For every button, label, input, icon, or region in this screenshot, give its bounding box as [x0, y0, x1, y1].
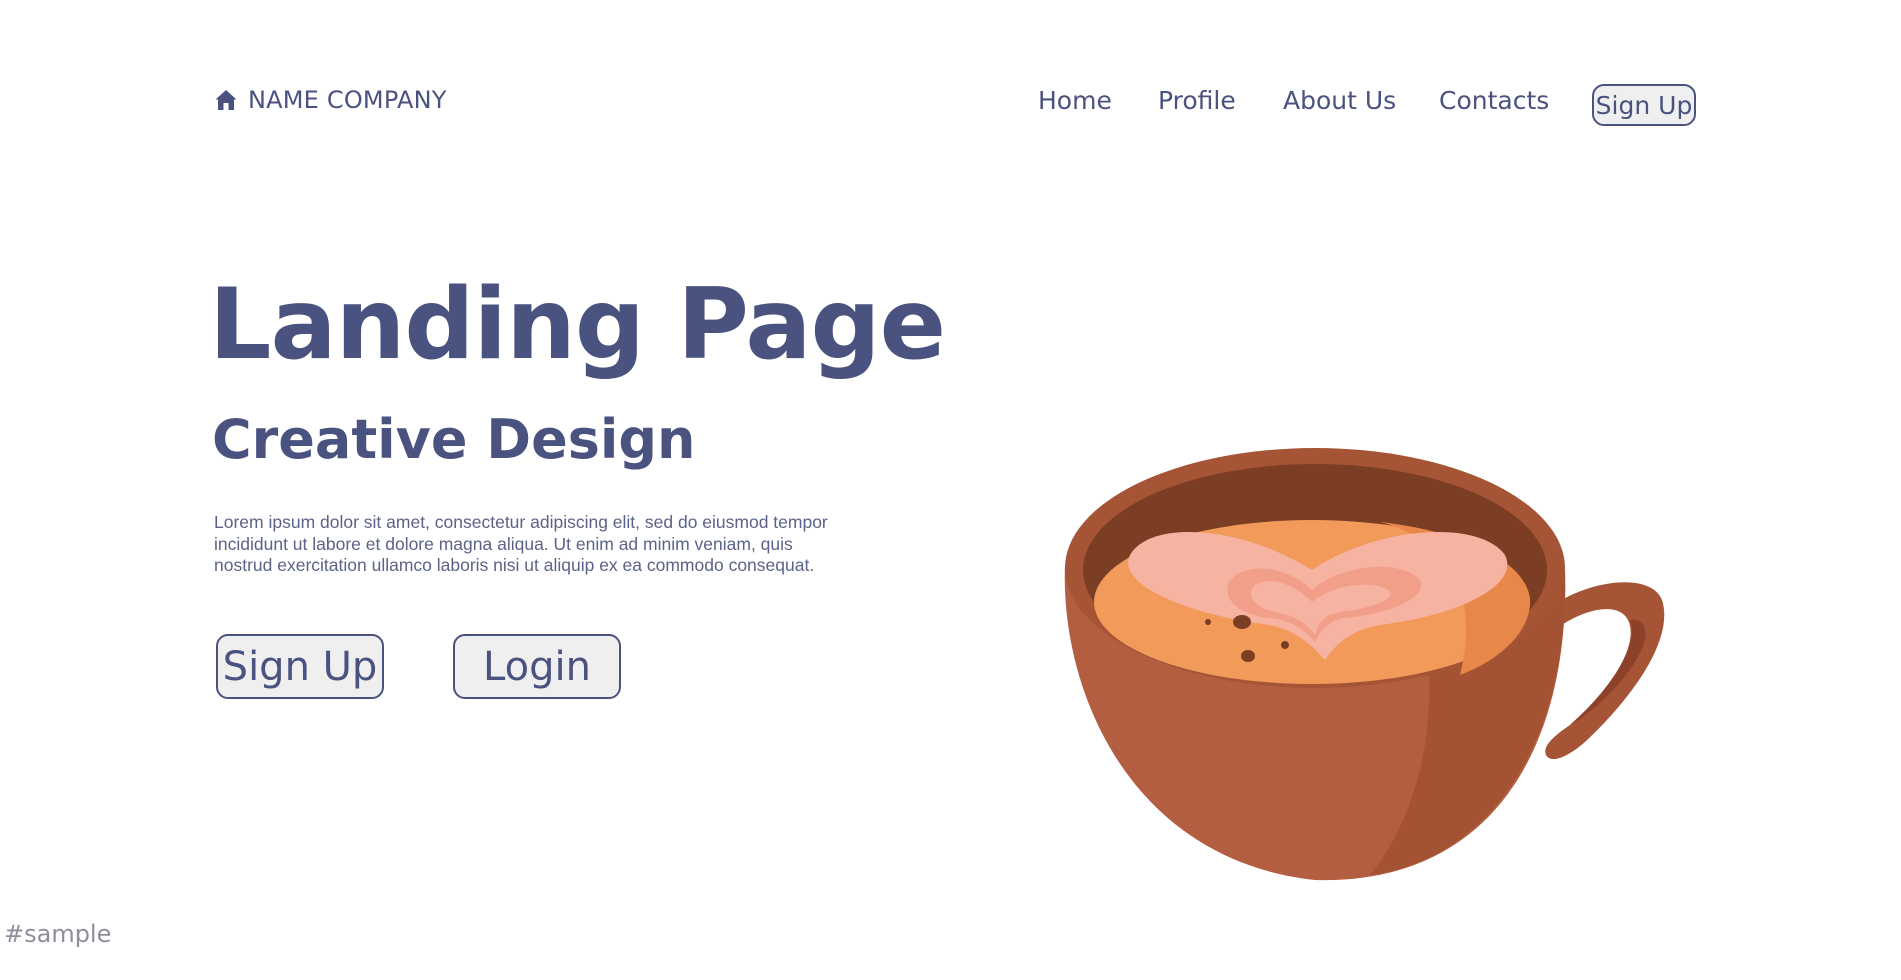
hero-subtitle: Creative Design [212, 408, 696, 471]
coffee-cup-icon [1050, 420, 1690, 890]
hero-title: Landing Page [209, 268, 946, 382]
nav-signup-button[interactable]: Sign Up [1592, 84, 1696, 126]
nav-about-link[interactable]: About Us [1283, 86, 1396, 115]
login-button[interactable]: Login [453, 634, 621, 699]
nav-contacts-link[interactable]: Contacts [1439, 86, 1549, 115]
hero-description: Lorem ipsum dolor sit amet, consectetur … [214, 512, 828, 575]
signup-button[interactable]: Sign Up [216, 634, 384, 699]
top-nav: Home Profile About Us Contacts Sign Up [0, 84, 1901, 126]
nav-profile-link[interactable]: Profile [1158, 86, 1236, 115]
nav-home-link[interactable]: Home [1038, 86, 1112, 115]
watermark: #sample [4, 920, 112, 948]
